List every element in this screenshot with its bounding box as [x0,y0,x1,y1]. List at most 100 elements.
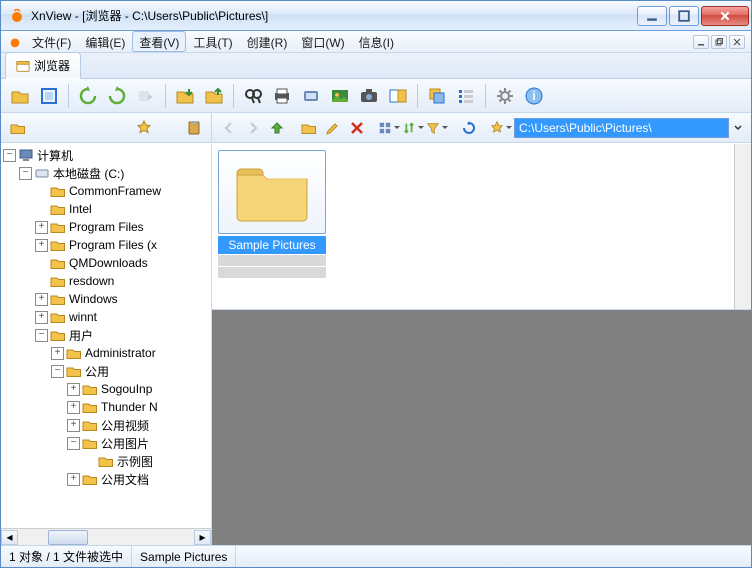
tree-row[interactable]: +Program Files [1,218,211,236]
menu-view[interactable]: 查看(V) [132,31,186,52]
folder-icon [82,381,98,397]
folder-icon [66,363,82,379]
folder-icon [50,255,66,271]
folder-tree[interactable]: −计算机 −本地磁盘 (C:) CommonFramew Intel +Prog… [1,144,211,528]
tree-horizontal-scrollbar[interactable]: ◂ ▸ [1,528,211,545]
titlebar: XnView - [浏览器 - C:\Users\Public\Pictures… [1,1,751,31]
tree-row[interactable]: +Program Files (x [1,236,211,254]
folder-icon [82,417,98,433]
tree-row[interactable]: +公用视频 [1,416,211,434]
tree-sync-button[interactable] [7,117,29,139]
about-button[interactable]: i [521,83,547,109]
tree-row[interactable]: +SogouInp [1,380,211,398]
capture-button[interactable] [356,83,382,109]
tab-browser-label: 浏览器 [34,57,70,74]
scan-button[interactable] [298,83,324,109]
status-selected: Sample Pictures [132,546,236,567]
refresh-cw-button[interactable] [104,83,130,109]
mdi-minimize-button[interactable] [693,35,709,49]
folder-icon [66,345,82,361]
refresh-ccw-button[interactable] [75,83,101,109]
folder-icon [98,453,114,469]
address-bar[interactable]: C:\Users\Public\Pictures\ [514,118,729,138]
open-button[interactable] [7,83,33,109]
folder-tree-pane: −计算机 −本地磁盘 (C:) CommonFramew Intel +Prog… [1,144,212,545]
folder-icon [50,291,66,307]
thumbnail-pane[interactable]: Sample Pictures [212,144,751,310]
menu-create[interactable]: 创建(R) [240,31,295,52]
svg-text:i: i [532,89,535,103]
thumbnail-item[interactable]: Sample Pictures [218,150,326,278]
tree-row[interactable]: −计算机 [1,146,211,164]
export-button[interactable] [201,83,227,109]
favorites-tree-button[interactable] [133,117,155,139]
content-area: −计算机 −本地磁盘 (C:) CommonFramew Intel +Prog… [1,143,751,545]
tab-browser[interactable]: 浏览器 [5,52,81,79]
settings-button[interactable] [492,83,518,109]
window-title: XnView - [浏览器 - C:\Users\Public\Pictures… [31,7,637,24]
list-button[interactable] [453,83,479,109]
folder-icon [82,471,98,487]
toolbar-divider [68,84,69,108]
clipboard-button[interactable] [183,117,205,139]
up-button[interactable] [266,117,288,139]
menu-tools[interactable]: 工具(T) [186,31,239,52]
close-button[interactable] [701,6,749,26]
new-folder-button[interactable] [298,117,320,139]
reload-button[interactable] [458,117,480,139]
scroll-left-button[interactable]: ◂ [1,530,18,545]
slideshow-button[interactable] [327,83,353,109]
tree-row[interactable]: −公用图片 [1,434,211,452]
toolbar-divider [417,84,418,108]
batch-button[interactable] [424,83,450,109]
address-text: C:\Users\Public\Pictures\ [519,121,652,135]
status-count: 1 对象 / 1 文件被选中 [1,546,132,567]
mdi-close-button[interactable] [729,35,745,49]
toolbar-divider [233,84,234,108]
minimize-button[interactable] [637,6,667,26]
thumbnail-vertical-scrollbar[interactable] [734,144,751,309]
tree-row[interactable]: Intel [1,200,211,218]
document-tabs: 浏览器 [1,53,751,79]
menu-file[interactable]: 文件(F) [25,31,78,52]
tree-row[interactable]: −公用 [1,362,211,380]
menu-window[interactable]: 窗口(W) [294,31,351,52]
filter-button[interactable] [426,117,448,139]
mdi-restore-button[interactable] [711,35,727,49]
tree-row[interactable]: +Windows [1,290,211,308]
favorites-button[interactable] [490,117,512,139]
print-button[interactable] [269,83,295,109]
forward-button[interactable] [242,117,264,139]
search-button[interactable] [240,83,266,109]
tree-row[interactable]: 示例图 [1,452,211,470]
tree-row[interactable]: −用户 [1,326,211,344]
scroll-thumb[interactable] [48,530,88,545]
tree-row[interactable]: QMDownloads [1,254,211,272]
view-mode-button[interactable] [378,117,400,139]
toolbar-divider [165,84,166,108]
maximize-button[interactable] [669,6,699,26]
sort-button[interactable] [402,117,424,139]
delete-button[interactable] [346,117,368,139]
menu-edit[interactable]: 编辑(E) [78,31,132,52]
scroll-right-button[interactable]: ▸ [194,530,211,545]
tree-row[interactable]: +Thunder N [1,398,211,416]
tree-row[interactable]: −本地磁盘 (C:) [1,164,211,182]
folder-icon [50,237,66,253]
menu-info[interactable]: 信息(I) [352,31,401,52]
toolbar-divider [485,84,486,108]
right-pane: Sample Pictures [212,144,751,545]
import-button[interactable] [172,83,198,109]
tree-row[interactable]: +Administrator [1,344,211,362]
tree-row[interactable]: CommonFramew [1,182,211,200]
address-dropdown-button[interactable] [731,118,745,138]
tree-row[interactable]: +winnt [1,308,211,326]
compare-button[interactable] [385,83,411,109]
convert-button[interactable] [133,83,159,109]
tree-row[interactable]: +公用文档 [1,470,211,488]
edit-button[interactable] [322,117,344,139]
thumbnail-label: Sample Pictures [218,236,326,254]
fullscreen-button[interactable] [36,83,62,109]
tree-row[interactable]: resdown [1,272,211,290]
back-button[interactable] [218,117,240,139]
